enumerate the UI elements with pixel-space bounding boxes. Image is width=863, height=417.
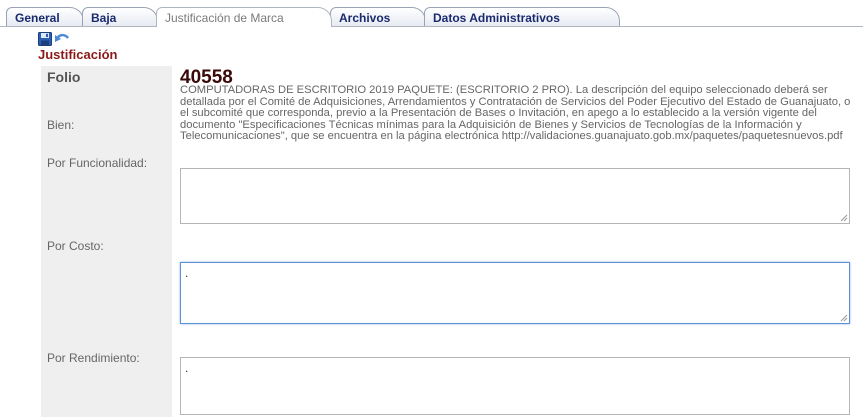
tab-general[interactable]: General — [6, 7, 84, 26]
resize-grip-icon[interactable] — [840, 214, 848, 222]
bien-description: COMPUTADORAS DE ESCRITORIO 2019 PAQUETE:… — [180, 84, 851, 142]
tab-justificacion-de-marca[interactable]: Justificación de Marca — [156, 7, 332, 27]
folio-label: Folio — [47, 69, 81, 85]
funcionalidad-label: Por Funcionalidad: — [47, 156, 148, 170]
tab-bar-baseline — [0, 26, 863, 27]
bien-label: Bien: — [47, 118, 75, 132]
funcionalidad-textarea[interactable] — [180, 168, 850, 224]
tab-bar: General Baja Justificación de Marca Arch… — [0, 7, 863, 27]
rendimiento-textarea[interactable]: . — [180, 357, 850, 415]
costo-label: Por Costo: — [47, 239, 104, 253]
section-title: Justificación — [38, 47, 118, 62]
resize-grip-icon[interactable] — [840, 314, 848, 322]
costo-textarea[interactable]: . — [180, 262, 850, 324]
tab-baja[interactable]: Baja — [82, 7, 158, 26]
tab-datos-administrativos[interactable]: Datos Administrativos — [424, 7, 620, 26]
tab-archivos[interactable]: Archivos — [330, 7, 426, 26]
rendimiento-label: Por Rendimiento: — [47, 351, 140, 365]
